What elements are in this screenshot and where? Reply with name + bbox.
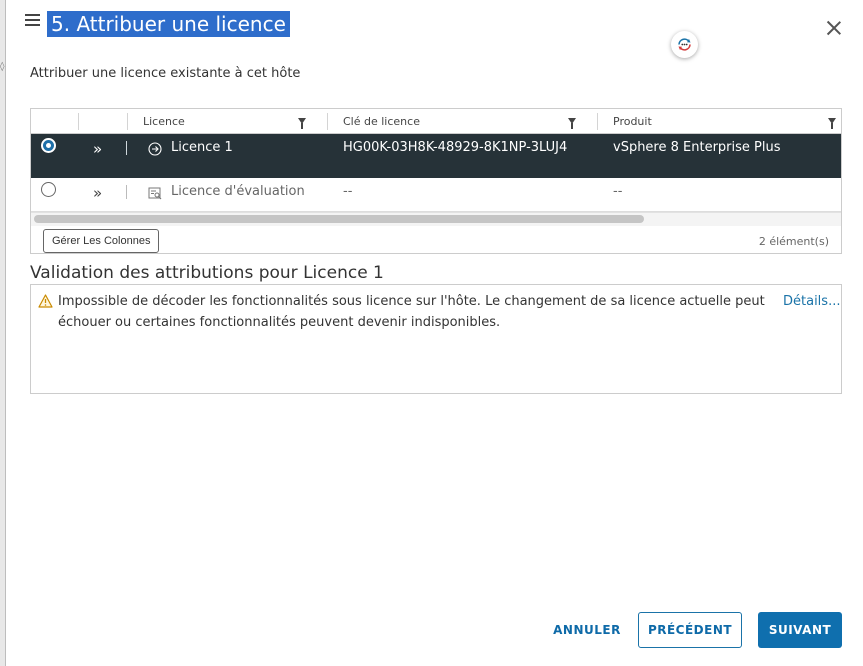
licence-name: Licence d'évaluation xyxy=(171,184,305,199)
table-row[interactable]: » Licence d'évaluation -- -- xyxy=(31,178,841,212)
column-separator[interactable] xyxy=(327,113,328,130)
double-chevron-right-icon[interactable]: » xyxy=(93,140,102,158)
sync-icon[interactable] xyxy=(671,31,698,58)
license-key-icon xyxy=(148,141,162,156)
column-header-licence[interactable]: Licence xyxy=(143,115,185,128)
previous-button[interactable]: PRÉCÉDENT xyxy=(638,612,742,648)
licence-grid: Licence Clé de licence Produit » Licence… xyxy=(30,108,842,254)
dialog-subtitle: Attribuer une licence existante à cet hô… xyxy=(30,66,301,81)
background-window-mark: ◊ xyxy=(0,62,5,72)
background-window-edge: ◊ xyxy=(0,0,6,666)
column-separator xyxy=(127,113,128,130)
row-radio[interactable] xyxy=(41,182,56,197)
table-row[interactable]: » Licence 1 HG00K-03H8K-48929-8K1NP-3LUJ… xyxy=(31,134,841,178)
row-separator xyxy=(126,185,127,199)
manage-columns-button[interactable]: Gérer Les Colonnes xyxy=(43,229,160,253)
hamburger-icon[interactable] xyxy=(25,14,40,29)
validation-title: Validation des attributions pour Licence… xyxy=(30,263,384,283)
cancel-button[interactable]: ANNULER xyxy=(548,612,626,648)
licence-product: -- xyxy=(613,184,623,199)
column-header-product[interactable]: Produit xyxy=(613,115,652,128)
column-header-key[interactable]: Clé de licence xyxy=(343,115,420,128)
dialog-title: 5. Attribuer une licence xyxy=(47,11,290,37)
licence-key: -- xyxy=(343,184,353,199)
row-radio-selected[interactable] xyxy=(41,138,56,153)
filter-icon[interactable] xyxy=(298,118,306,129)
validation-message: Impossible de décoder les fonctionnalité… xyxy=(58,294,765,330)
row-separator xyxy=(126,141,127,155)
item-count: 2 élément(s) xyxy=(758,235,829,248)
warning-triangle-icon xyxy=(38,293,53,308)
column-separator[interactable] xyxy=(597,113,598,130)
double-chevron-right-icon[interactable]: » xyxy=(93,184,102,202)
filter-icon[interactable] xyxy=(568,118,576,129)
grid-header: Licence Clé de licence Produit xyxy=(31,109,841,134)
licence-product: vSphere 8 Enterprise Plus xyxy=(613,140,781,155)
horizontal-scrollbar-thumb[interactable] xyxy=(34,215,644,223)
close-icon[interactable] xyxy=(826,20,842,36)
licence-key: HG00K-03H8K-48929-8K1NP-3LUJ4 xyxy=(343,140,568,155)
details-link[interactable]: Détails... xyxy=(783,291,840,312)
license-evaluation-icon xyxy=(148,185,162,200)
next-button[interactable]: SUIVANT xyxy=(758,612,842,648)
licence-name: Licence 1 xyxy=(171,140,233,155)
column-separator xyxy=(78,113,79,130)
filter-icon[interactable] xyxy=(828,118,836,129)
validation-panel: Impossible de décoder les fonctionnalité… xyxy=(30,284,842,394)
